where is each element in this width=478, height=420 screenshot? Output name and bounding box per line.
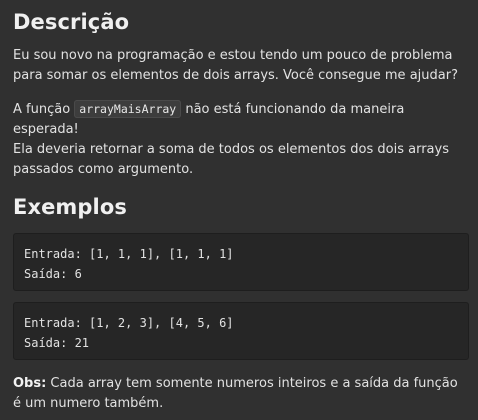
note-label: Obs: [13, 376, 47, 391]
examples-heading: Exemplos [13, 195, 127, 219]
example-code-block: Entrada: [1, 2, 3], [4, 5, 6] Saída: 21 [13, 302, 469, 360]
note-paragraph: Obs: Cada array tem somente numeros inte… [13, 374, 468, 414]
example-input: Entrada: [1, 2, 3], [4, 5, 6] [24, 316, 234, 330]
description-heading: Descrição [13, 10, 130, 34]
function-name-code: arrayMaisArray [74, 100, 182, 118]
description-paragraph: Eu sou novo na programação e estou tendo… [13, 48, 458, 83]
problem-description-panel: Descrição Eu sou novo na programação e e… [0, 0, 478, 420]
note-text: Cada array tem somente numeros inteiros … [13, 376, 458, 411]
example-output: Saída: 6 [24, 267, 82, 281]
example-input: Entrada: [1, 1, 1], [1, 1, 1] [24, 247, 234, 261]
function-paragraph: A função arrayMaisArray não está funcion… [13, 99, 468, 180]
function-paragraph-line2: Ela deveria retornar a soma de todos os … [13, 142, 449, 177]
example-output: Saída: 21 [24, 336, 90, 350]
example-code-block: Entrada: [1, 1, 1], [1, 1, 1] Saída: 6 [13, 233, 469, 291]
function-paragraph-prefix: A função [13, 102, 75, 117]
